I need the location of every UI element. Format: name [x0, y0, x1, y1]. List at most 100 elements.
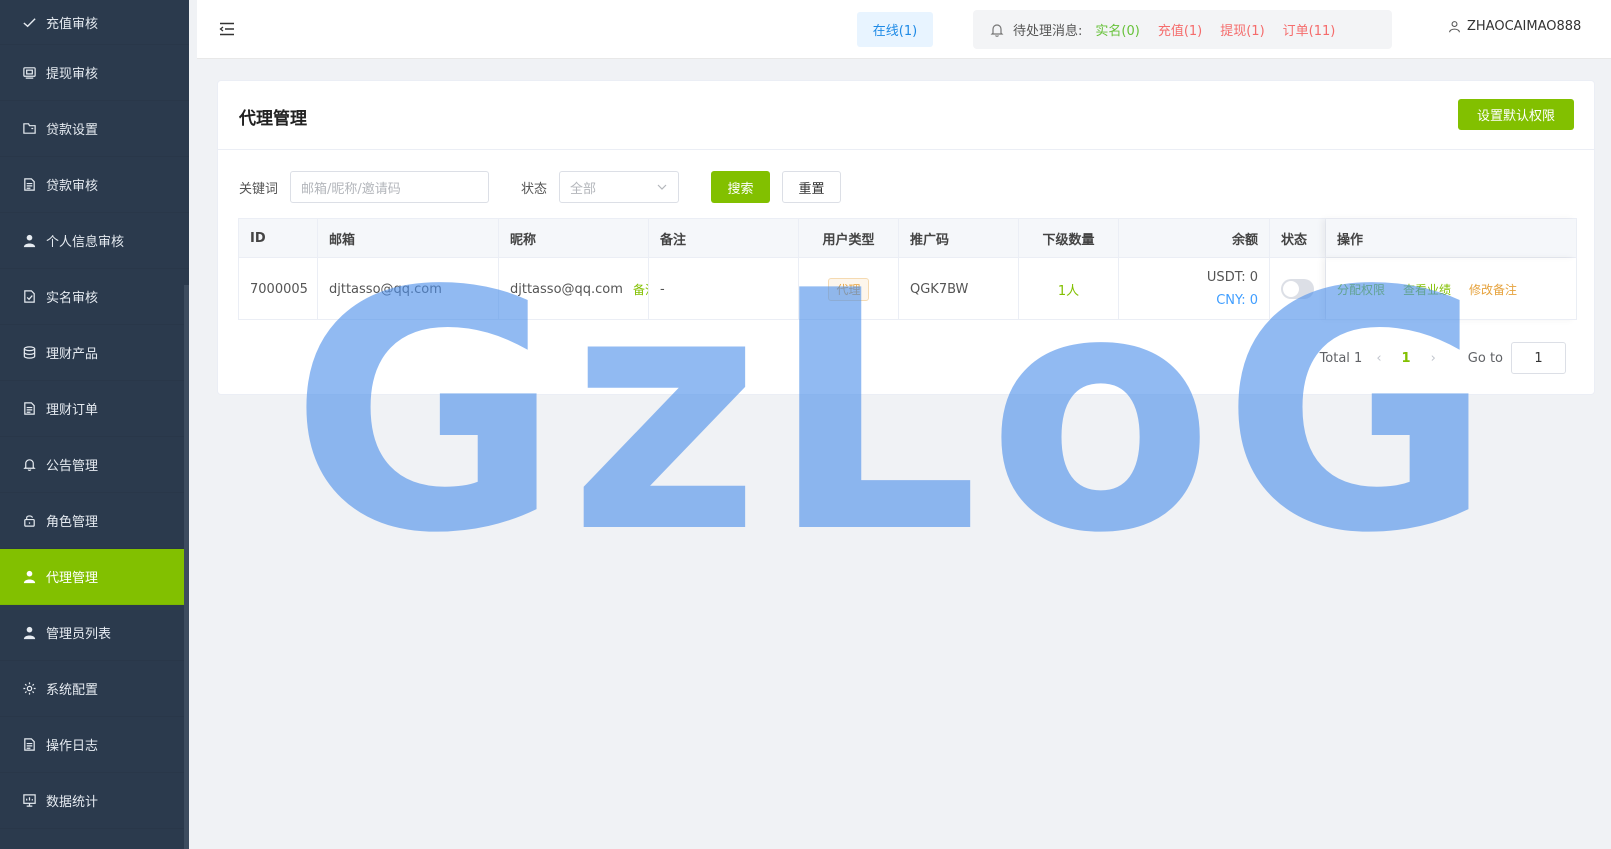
col-sub-count: 下级数量 — [1019, 219, 1119, 257]
sidebar-item-label: 贷款设置 — [46, 123, 99, 138]
sidebar-item-loan-settings[interactable]: 贷款设置 — [0, 101, 189, 157]
top-header: 在线(1) 待处理消息: 实名(0) 充值(1) 提现(1) 订单(11) ZH… — [197, 0, 1611, 59]
pending-messages-bar: 待处理消息: 实名(0) 充值(1) 提现(1) 订单(11) — [973, 10, 1392, 49]
keyword-input[interactable]: 邮箱/昵称/邀请码 — [290, 171, 490, 203]
sidebar-item-withdraw-review[interactable]: 提现审核 — [0, 45, 189, 101]
cell-nickname: djttasso@qq.com 备注 — [499, 258, 649, 320]
cell-user-type: 代理 — [799, 258, 899, 320]
col-status: 状态 — [1270, 219, 1326, 257]
chevron-left-icon[interactable]: ‹ — [1376, 351, 1381, 366]
col-promo-code: 推广码 — [899, 219, 1019, 257]
table-header: ID 邮箱 昵称 备注 用户类型 推广码 下级数量 余额 状态 操作 — [239, 219, 1576, 258]
sidebar-item-wealth-products[interactable]: 理财产品 — [0, 325, 189, 381]
cell-ops: 分配权限 查看业绩 修改备注 — [1326, 258, 1576, 320]
search-button[interactable]: 搜索 — [711, 171, 771, 203]
user-type-tag: 代理 — [828, 277, 869, 301]
nickname-note-link[interactable]: 备注 — [633, 281, 648, 298]
col-id: ID — [239, 219, 318, 257]
chevron-down-icon — [657, 184, 667, 190]
sidebar-item-label: 提现审核 — [46, 67, 99, 82]
sidebar-item-label: 管理员列表 — [46, 627, 112, 642]
status-label: 状态 — [521, 181, 548, 197]
cell-email: djttasso@qq.com — [318, 258, 499, 320]
col-user-type: 用户类型 — [799, 219, 899, 257]
sidebar-item-label: 充值审核 — [46, 16, 99, 32]
keyword-label: 关键词 — [239, 181, 279, 197]
sidebar-item-label: 个人信息审核 — [46, 235, 125, 250]
sidebar-item-profile-review[interactable]: 个人信息审核 — [0, 213, 189, 269]
sidebar-item-system-config[interactable]: 系统配置 — [0, 661, 189, 717]
cell-note: - — [649, 258, 799, 320]
sidebar-item-wealth-orders[interactable]: 理财订单 — [0, 381, 189, 437]
sidebar-item-label: 实名审核 — [46, 291, 99, 306]
user-icon — [21, 569, 37, 585]
pending-withdraw-link[interactable]: 提现(1) — [1220, 20, 1264, 39]
sidebar-item-realname-review[interactable]: 实名审核 — [0, 269, 189, 325]
view-performance-link[interactable]: 查看业绩 — [1403, 281, 1451, 298]
cell-sub-count: 1人 — [1019, 258, 1119, 320]
user-icon — [1449, 21, 1460, 33]
folder-icon — [21, 121, 37, 137]
user-menu[interactable]: ZHAOCAIMAO888 — [1448, 19, 1581, 34]
sidebar-item-agents[interactable]: 代理管理 — [0, 549, 189, 605]
table-row: 7000005 djttasso@qq.com djttasso@qq.com … — [239, 258, 1576, 320]
agent-management-card: 代理管理 设置默认权限 关键词 邮箱/昵称/邀请码 状态 全部 搜索 重置 ID… — [217, 80, 1595, 395]
sidebar-item-label: 系统配置 — [46, 683, 99, 698]
user-icon — [21, 233, 37, 249]
username: ZHAOCAIMAO888 — [1467, 19, 1582, 34]
sidebar-item-label: 公告管理 — [46, 459, 99, 474]
sidebar-item-recharge-review[interactable]: 充值审核 — [0, 0, 189, 45]
keyword-placeholder: 邮箱/昵称/邀请码 — [301, 181, 401, 197]
cell-status — [1270, 258, 1326, 320]
sidebar-item-admins[interactable]: 管理员列表 — [0, 605, 189, 661]
gear-icon — [21, 681, 37, 697]
document-icon — [21, 177, 37, 193]
sidebar-item-label: 理财产品 — [46, 347, 99, 362]
sidebar-item-label: 角色管理 — [46, 515, 99, 530]
col-email: 邮箱 — [318, 219, 499, 257]
document-icon — [21, 401, 37, 417]
sidebar-item-label: 操作日志 — [46, 739, 99, 754]
database-icon — [21, 345, 37, 361]
page-title: 代理管理 — [239, 109, 307, 129]
status-toggle[interactable] — [1281, 279, 1314, 299]
sidebar-item-statistics[interactable]: 数据统计 — [0, 773, 189, 829]
menu-fold-icon[interactable] — [219, 22, 235, 36]
col-ops: 操作 — [1326, 219, 1576, 257]
sidebar-item-announcements[interactable]: 公告管理 — [0, 437, 189, 493]
document-icon — [21, 737, 37, 753]
sidebar-item-roles[interactable]: 角色管理 — [0, 493, 189, 549]
col-note: 备注 — [649, 219, 799, 257]
page-number[interactable]: 1 — [1402, 351, 1411, 366]
set-default-permissions-button[interactable]: 设置默认权限 — [1458, 99, 1574, 130]
withdraw-icon — [21, 65, 37, 81]
sidebar-item-label: 代理管理 — [46, 571, 99, 586]
goto-page-input[interactable]: 1 — [1511, 342, 1566, 374]
pending-realname-link[interactable]: 实名(0) — [1095, 20, 1139, 39]
agents-table: ID 邮箱 昵称 备注 用户类型 推广码 下级数量 余额 状态 操作 70000… — [238, 218, 1577, 320]
cell-id: 7000005 — [239, 258, 318, 320]
lock-icon — [21, 513, 37, 529]
pagination: Total 1 ‹ 1 › Go to 1 — [1320, 342, 1566, 374]
bell-icon — [21, 457, 37, 473]
pending-recharge-link[interactable]: 充值(1) — [1158, 20, 1202, 39]
pagination-total: Total 1 — [1319, 350, 1363, 366]
reset-button[interactable]: 重置 — [782, 171, 842, 203]
check-icon — [21, 14, 37, 30]
online-count-badge[interactable]: 在线(1) — [857, 12, 933, 47]
balance-usdt: USDT: 0 — [1206, 270, 1258, 285]
col-balance: 余额 — [1119, 219, 1270, 257]
assign-permissions-link[interactable]: 分配权限 — [1337, 281, 1385, 298]
chevron-right-icon[interactable]: › — [1431, 351, 1436, 366]
edit-note-link[interactable]: 修改备注 — [1469, 281, 1517, 298]
sidebar-item-operation-logs[interactable]: 操作日志 — [0, 717, 189, 773]
sidebar-item-loan-review[interactable]: 贷款审核 — [0, 157, 189, 213]
status-select[interactable]: 全部 — [559, 171, 680, 203]
pending-order-link[interactable]: 订单(11) — [1283, 20, 1336, 39]
document-check-icon — [21, 289, 37, 305]
card-header: 代理管理 设置默认权限 — [218, 81, 1594, 150]
chart-icon — [21, 793, 37, 809]
sidebar-scrollbar[interactable] — [184, 285, 189, 849]
cell-balance: USDT: 0 CNY: 0 — [1119, 258, 1270, 320]
sidebar-item-label: 理财订单 — [46, 403, 99, 418]
